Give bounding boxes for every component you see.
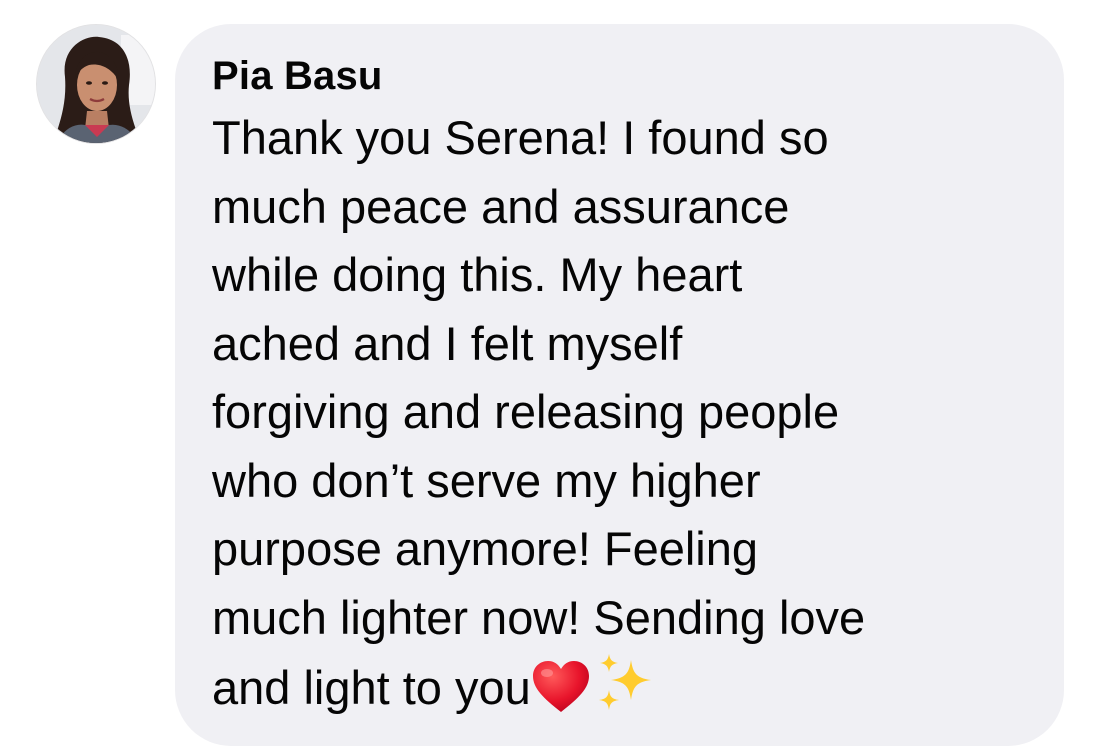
comment-thread: Pia Basu Thank you Serena! I found so mu… bbox=[0, 0, 1100, 754]
profile-photo bbox=[37, 25, 155, 143]
red-heart-icon bbox=[532, 661, 589, 712]
comment-body: Thank you Serena! I found so much peace … bbox=[212, 104, 1024, 723]
avatar[interactable] bbox=[37, 25, 155, 143]
comment-bubble: Pia Basu Thank you Serena! I found so mu… bbox=[175, 24, 1064, 746]
comment-author[interactable]: Pia Basu bbox=[212, 48, 1024, 104]
comment-text: Thank you Serena! I found so much peace … bbox=[212, 111, 866, 714]
sparkles-icon bbox=[598, 654, 651, 710]
